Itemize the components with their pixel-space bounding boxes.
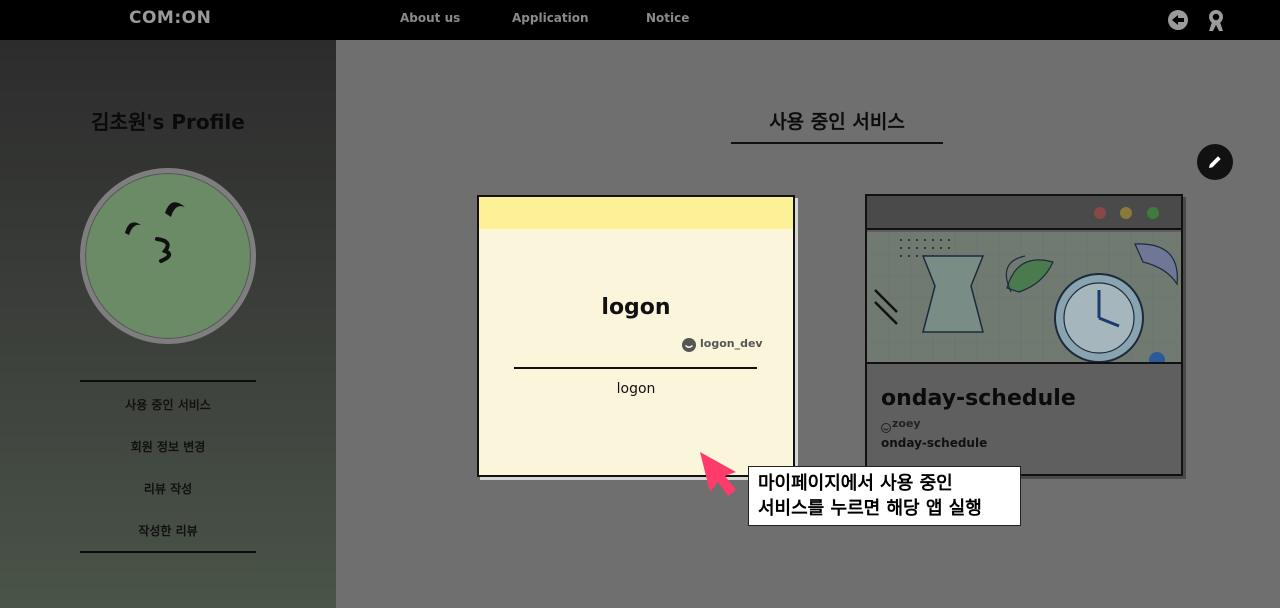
card-illustration bbox=[867, 232, 1181, 368]
card-title: logon bbox=[601, 295, 671, 320]
card-author: logon_dev bbox=[700, 337, 763, 350]
card-author: zoey bbox=[892, 417, 921, 430]
card-window-titlebar bbox=[867, 196, 1181, 230]
pointer-arrow-icon bbox=[698, 450, 742, 502]
sidebar-item-my-reviews[interactable]: 작성한 리뷰 bbox=[80, 522, 256, 539]
menu-divider-bottom bbox=[80, 551, 256, 553]
service-card-onday-schedule[interactable]: onday-schedule zoey onday-schedule bbox=[865, 194, 1183, 476]
edit-button[interactable] bbox=[1197, 144, 1233, 180]
section-underline bbox=[731, 142, 943, 144]
pencil-icon bbox=[1209, 156, 1221, 168]
service-card-logon[interactable]: logon logon_dev logon bbox=[477, 195, 795, 477]
window-dot-green bbox=[1147, 207, 1159, 219]
nav-link-application[interactable]: Application bbox=[512, 11, 589, 25]
menu-divider-top bbox=[80, 380, 256, 382]
annotation-line-1: 마이페이지에서 사용 중인 bbox=[758, 473, 953, 494]
sidebar-item-write-review[interactable]: 리뷰 작성 bbox=[80, 480, 256, 497]
card-title: onday-schedule bbox=[881, 386, 1076, 411]
kissing-face-icon bbox=[125, 202, 185, 263]
logo[interactable]: COM:ON bbox=[129, 8, 211, 28]
card-header-band bbox=[479, 197, 793, 229]
sidebar-item-edit-profile[interactable]: 회원 정보 변경 bbox=[80, 438, 256, 455]
avatar bbox=[80, 168, 256, 344]
window-dot-yellow bbox=[1120, 207, 1132, 219]
nav-link-notice[interactable]: Notice bbox=[646, 11, 689, 25]
card-description: onday-schedule bbox=[881, 436, 988, 450]
user-icon[interactable] bbox=[1205, 9, 1227, 31]
nav-link-about[interactable]: About us bbox=[400, 11, 460, 25]
card-divider bbox=[514, 367, 757, 369]
annotation-callout: 마이페이지에서 사용 중인 서비스를 누르면 해당 앱 실행 bbox=[748, 466, 1021, 526]
sidebar: 김초원's Profile 사용 중인 서비스 회원 정보 변경 리뷰 작성 작… bbox=[0, 40, 336, 608]
smile-icon bbox=[881, 418, 891, 433]
top-nav: COM:ON About us Application Notice bbox=[0, 0, 1280, 40]
section-title: 사용 중인 서비스 bbox=[769, 111, 905, 133]
profile-title: 김초원's Profile bbox=[91, 110, 245, 134]
annotation-line-2: 서비스를 누르면 해당 앱 실행 bbox=[758, 498, 982, 519]
card-description: logon bbox=[616, 381, 656, 397]
sidebar-item-services[interactable]: 사용 중인 서비스 bbox=[80, 396, 256, 413]
smile-icon bbox=[682, 337, 696, 352]
window-dot-red bbox=[1094, 207, 1106, 219]
back-arrow-icon[interactable] bbox=[1167, 9, 1189, 31]
